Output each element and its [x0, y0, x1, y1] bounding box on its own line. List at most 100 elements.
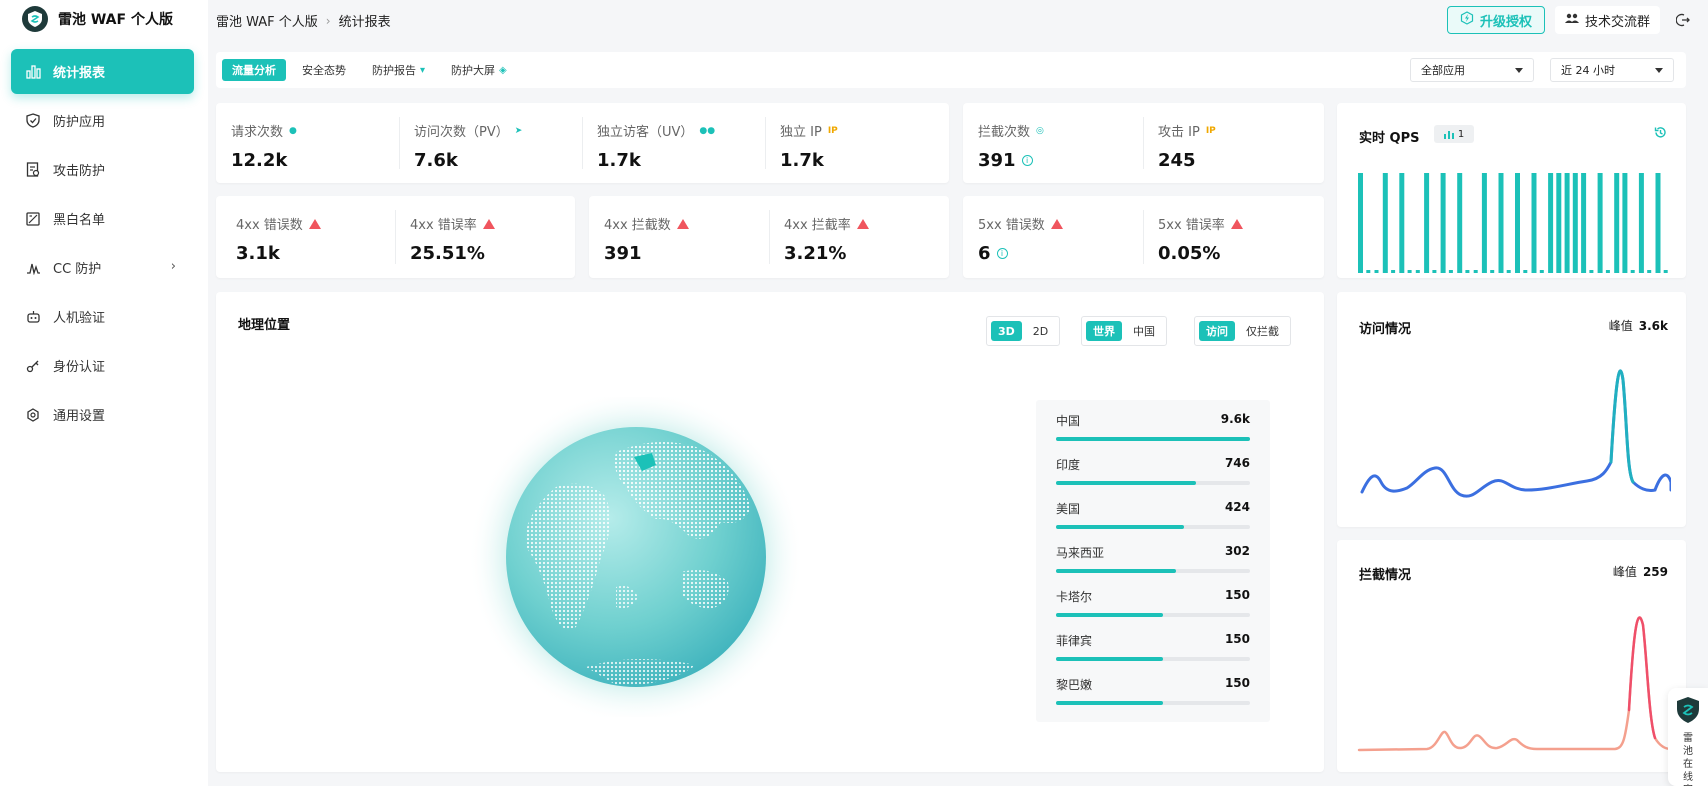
- toggle-visits[interactable]: 访问: [1199, 321, 1235, 341]
- history-icon[interactable]: [1653, 125, 1668, 144]
- country-name: 美国: [1056, 502, 1081, 516]
- gear-icon: [25, 407, 41, 423]
- stat-value: 245: [1158, 150, 1196, 171]
- blocks-peak: 峰值 259: [1613, 563, 1668, 580]
- tech-group-button[interactable]: 技术交流群: [1554, 6, 1660, 34]
- warning-icon: [1050, 218, 1063, 229]
- globe[interactable]: [466, 397, 806, 717]
- target-icon: ◎: [1036, 125, 1044, 136]
- qps-bar: [1581, 173, 1587, 273]
- tab-report[interactable]: 防护报告 ▾: [362, 59, 435, 81]
- tab-traffic[interactable]: 流量分析: [222, 59, 286, 81]
- qps-bar: [1589, 270, 1594, 273]
- peak-value: 3.6k: [1638, 319, 1668, 333]
- qps-panel: 实时 QPS 1: [1337, 103, 1686, 278]
- sidebar-item-captcha[interactable]: 人机验证: [11, 294, 194, 339]
- tab-screen[interactable]: 防护大屏 ◈: [441, 59, 517, 81]
- qps-title: 实时 QPS: [1359, 131, 1420, 146]
- sidebar-item-auth[interactable]: 身份认证: [11, 343, 194, 388]
- stat-unique-ip: 独立 IP IP 1.7k: [765, 103, 948, 183]
- ranking-bar: [1056, 701, 1250, 705]
- range-select[interactable]: 近 24 小时: [1550, 58, 1674, 82]
- ranking-bar: [1056, 481, 1250, 485]
- country-count: 302: [1224, 544, 1250, 558]
- stat-label: 独立 IP: [780, 125, 822, 140]
- ranking-row[interactable]: 黎巴嫩 150: [1056, 676, 1250, 720]
- toggle-blocks-only[interactable]: 仅拦截: [1239, 321, 1286, 341]
- ranking-row[interactable]: 菲律宾 150: [1056, 632, 1250, 676]
- info-icon[interactable]: i: [996, 248, 1008, 259]
- chevron-right-icon[interactable]: ›: [171, 259, 176, 274]
- qps-bar: [1457, 173, 1463, 273]
- stat-4xx-rate: 4xx 错误率 25.51%: [395, 196, 575, 278]
- ranking-bar-fill: [1056, 481, 1196, 485]
- country-name: 中国: [1056, 414, 1081, 428]
- brand[interactable]: 雷池 WAF 个人版: [22, 6, 173, 32]
- qps-bar: [1630, 270, 1635, 273]
- upgrade-button[interactable]: 升级授权: [1446, 6, 1545, 34]
- sidebar-item-label: 通用设置: [53, 409, 106, 424]
- sidebar-item-cc[interactable]: CC 防护 ›: [11, 245, 194, 290]
- toggle-2d[interactable]: 2D: [1026, 321, 1055, 341]
- app-select-value: 全部应用: [1421, 64, 1465, 77]
- tab-security[interactable]: 安全态势: [292, 59, 356, 81]
- country-name: 印度: [1056, 458, 1081, 472]
- country-count: 150: [1224, 588, 1250, 602]
- toggle-china[interactable]: 中国: [1126, 321, 1162, 341]
- qps-bar: [1358, 173, 1363, 273]
- visits-line-chart: [1360, 369, 1671, 498]
- ranking-row[interactable]: 马来西亚 302: [1056, 544, 1250, 588]
- stat-label: 4xx 错误数: [236, 218, 303, 233]
- stat-label: 请求次数: [231, 125, 284, 140]
- toggle-world[interactable]: 世界: [1086, 321, 1122, 341]
- support-label: 雷池在线客服: [1683, 733, 1693, 786]
- qps-bar: [1622, 173, 1628, 273]
- stat-value: 391: [604, 243, 642, 264]
- ranking-row[interactable]: 美国 424: [1056, 500, 1250, 544]
- qps-badge-value: 1: [1457, 128, 1465, 140]
- view-toggle: 3D 2D: [986, 316, 1061, 346]
- qps-bar: [1647, 270, 1652, 273]
- qps-bar: [1539, 270, 1544, 273]
- country-count: 9.6k: [1220, 412, 1250, 426]
- qps-bar: [1448, 270, 1453, 273]
- ranking-row[interactable]: 印度 746: [1056, 456, 1250, 500]
- report-tabbar: 流量分析 安全态势 防护报告 ▾ 防护大屏 ◈ 全部应用 近 24 小时: [216, 52, 1686, 88]
- app-select[interactable]: 全部应用: [1410, 58, 1534, 82]
- ranking-bar: [1056, 657, 1250, 661]
- sidebar-item-settings[interactable]: 通用设置: [11, 392, 194, 437]
- qps-bar: [1498, 173, 1504, 273]
- qps-bar: [1415, 270, 1420, 273]
- peak-label: 峰值: [1608, 319, 1633, 333]
- sidebar-item-stats[interactable]: 统计报表: [11, 49, 194, 94]
- online-support-button[interactable]: 雷池在线客服: [1668, 688, 1708, 786]
- toggle-3d[interactable]: 3D: [991, 321, 1022, 341]
- country-name: 卡塔尔: [1056, 590, 1093, 604]
- sidebar-item-lists[interactable]: 黑白名单: [11, 196, 194, 241]
- tab-label: 流量分析: [232, 64, 276, 77]
- qps-bar-chart: [1358, 173, 1668, 273]
- country-count: 424: [1224, 500, 1250, 514]
- warning-icon: [676, 218, 689, 229]
- bar-chart-icon: [25, 64, 41, 80]
- ranking-row[interactable]: 卡塔尔 150: [1056, 588, 1250, 632]
- breadcrumb-current: 统计报表: [338, 15, 391, 30]
- breadcrumb-root[interactable]: 雷池 WAF 个人版: [216, 11, 318, 30]
- sidebar-item-attack[interactable]: 攻击防护: [11, 147, 194, 192]
- logout-icon[interactable]: [1670, 7, 1696, 33]
- country-name: 马来西亚: [1056, 546, 1105, 560]
- info-icon[interactable]: i: [1021, 155, 1033, 166]
- sidebar-nav: 统计报表 防护应用 攻击防护 黑白名单 CC 防护 › 人机验证 身份认证 通用…: [11, 49, 194, 441]
- qps-bar: [1424, 173, 1430, 273]
- vip-icon: ▾: [420, 64, 426, 76]
- sidebar-item-label: 统计报表: [53, 66, 106, 81]
- users-icon: ●●: [699, 125, 716, 136]
- qps-bar: [1391, 270, 1396, 273]
- qps-bar: [1531, 173, 1537, 273]
- ranking-row[interactable]: 中国 9.6k: [1056, 412, 1250, 456]
- qps-bar: [1523, 270, 1528, 273]
- qps-bar: [1382, 173, 1388, 273]
- qps-bar: [1432, 270, 1437, 273]
- qps-bar: [1548, 173, 1554, 273]
- sidebar-item-apps[interactable]: 防护应用: [11, 98, 194, 143]
